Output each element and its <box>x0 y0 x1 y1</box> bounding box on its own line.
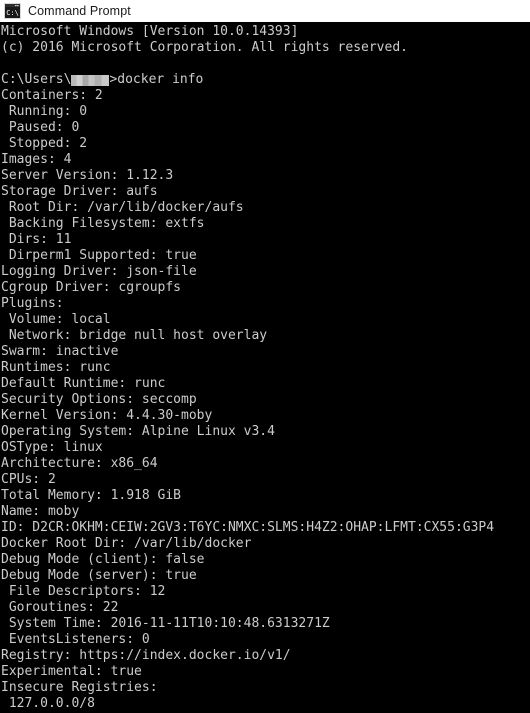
prompt-caret: > <box>109 72 118 87</box>
console-output-line: Default Runtime: runc <box>1 376 166 391</box>
console-output-line: Volume: local <box>1 312 111 327</box>
console-output-line: Cgroup Driver: cgroupfs <box>1 280 182 295</box>
console-output-line: System Time: 2016-11-11T10:10:48.6313271… <box>1 616 330 631</box>
console-output-line: Goroutines: 22 <box>1 600 119 615</box>
console-header-line: (c) 2016 Microsoft Corporation. All righ… <box>1 40 408 55</box>
console-output-line: Containers: 2 <box>1 88 103 103</box>
console-lines: Microsoft Windows [Version 10.0.14393] (c… <box>1 24 530 712</box>
console-output-line: Paused: 0 <box>1 120 80 135</box>
prompt-path-prefix: C:\Users\ <box>1 72 72 87</box>
console-output-line: ID: D2CR:OKHM:CEIW:2GV3:T6YC:NMXC:SLMS:H… <box>1 520 495 535</box>
console-output-line: Plugins: <box>1 296 64 311</box>
console-output-line: Operating System: Alpine Linux v3.4 <box>1 424 275 439</box>
console-output-line: Swarm: inactive <box>1 344 119 359</box>
console-output-line: Registry: https://index.docker.io/v1/ <box>1 648 291 663</box>
console-output-line: Experimental: true <box>1 664 142 679</box>
console-output-line: Debug Mode (server): true <box>1 568 197 583</box>
window-titlebar[interactable]: C:\. Command Prompt <box>0 0 530 22</box>
console-output-line: Dirperm1 Supported: true <box>1 248 197 263</box>
svg-text:C:\.: C:\. <box>6 9 21 17</box>
console-output-line: Debug Mode (client): false <box>1 552 205 567</box>
command-prompt-window: C:\. Command Prompt Microsoft Windows [V… <box>0 0 530 713</box>
console-prompt-line: C:\Users\ > docker info <box>1 72 530 88</box>
console-output-line: Insecure Registries: <box>1 680 158 695</box>
console-output-line: Backing Filesystem: extfs <box>1 216 205 231</box>
console-output-line: Storage Driver: aufs <box>1 184 158 199</box>
window-title: Command Prompt <box>28 3 131 18</box>
console-output-line: Logging Driver: json-file <box>1 264 197 279</box>
console-output-line: Server Version: 1.12.3 <box>1 168 174 183</box>
console-output-line: Root Dir: /var/lib/docker/aufs <box>1 200 244 215</box>
console-output-line: Kernel Version: 4.4.30-moby <box>1 408 213 423</box>
console-output-area[interactable]: Microsoft Windows [Version 10.0.14393] (c… <box>0 22 530 713</box>
prompt-command: docker info <box>117 72 204 87</box>
console-output-line: Security Options: seccomp <box>1 392 197 407</box>
console-output-line: Runtimes: runc <box>1 360 111 375</box>
console-output-line: EventsListeners: 0 <box>1 632 150 647</box>
console-output-line: Total Memory: 1.918 GiB <box>1 488 182 503</box>
command-prompt-icon: C:\. <box>4 2 23 19</box>
console-header-line: Microsoft Windows [Version 10.0.14393] <box>1 24 299 39</box>
console-output-line: 127.0.0.0/8 <box>1 696 95 711</box>
console-output-line: OSType: linux <box>1 440 103 455</box>
console-output-line: Network: bridge null host overlay <box>1 328 268 343</box>
console-output-line: Running: 0 <box>1 104 88 119</box>
console-output-line: Architecture: x86_64 <box>1 456 158 471</box>
console-output-line: File Descriptors: 12 <box>1 584 166 599</box>
console-output-line: Name: moby <box>1 504 80 519</box>
console-output-line: Dirs: 11 <box>1 232 72 247</box>
redacted-username <box>71 74 110 86</box>
console-output-line: Stopped: 2 <box>1 136 88 151</box>
console-output-line: Docker Root Dir: /var/lib/docker <box>1 536 252 551</box>
console-output-line: Images: 4 <box>1 152 72 167</box>
console-output-line: CPUs: 2 <box>1 472 56 487</box>
